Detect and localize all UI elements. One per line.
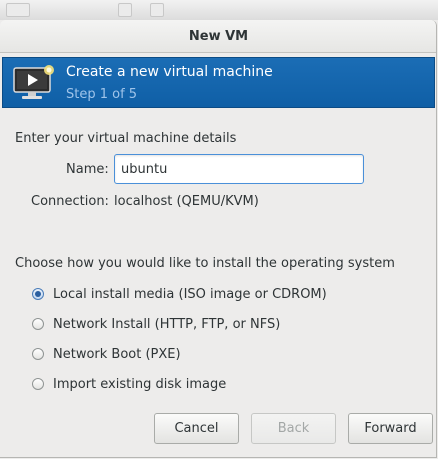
radio-label[interactable]: Network Boot (PXE) — [53, 347, 181, 362]
radio-indicator[interactable] — [32, 378, 44, 390]
radio-label[interactable]: Network Install (HTTP, FTP, or NFS) — [53, 317, 280, 332]
cancel-button[interactable]: Cancel — [154, 413, 239, 444]
background-window-control — [118, 3, 132, 17]
radio-indicator[interactable] — [32, 288, 44, 300]
radio-network-install[interactable]: Network Install (HTTP, FTP, or NFS) — [32, 314, 280, 334]
install-method-heading: Choose how you would like to install the… — [15, 256, 395, 271]
banner-step-indicator: Step 1 of 5 — [66, 87, 138, 102]
connection-label: Connection: — [31, 194, 109, 209]
wizard-banner: Create a new virtual machine Step 1 of 5 — [2, 57, 435, 108]
connection-value: localhost (QEMU/KVM) — [114, 194, 259, 209]
radio-indicator[interactable] — [32, 318, 44, 330]
radio-import-disk-image[interactable]: Import existing disk image — [32, 374, 226, 394]
radio-label[interactable]: Import existing disk image — [53, 377, 226, 392]
background-window-strip — [0, 0, 438, 20]
name-label: Name: — [66, 162, 109, 177]
banner-title: Create a new virtual machine — [66, 64, 273, 80]
back-button[interactable]: Back — [251, 413, 336, 444]
details-heading: Enter your virtual machine details — [15, 131, 237, 146]
radio-local-install-media[interactable]: Local install media (ISO image or CDROM) — [32, 284, 327, 304]
forward-button[interactable]: Forward — [348, 413, 433, 444]
monitor-play-icon — [13, 65, 54, 99]
radio-network-boot[interactable]: Network Boot (PXE) — [32, 344, 181, 364]
new-vm-dialog: New VM Create a new virtual machine Step… — [0, 20, 437, 458]
radio-indicator[interactable] — [32, 348, 44, 360]
background-window-control — [6, 3, 30, 17]
dialog-title[interactable]: New VM — [0, 20, 436, 53]
name-input[interactable] — [114, 154, 364, 184]
background-window-control — [150, 3, 164, 17]
radio-label[interactable]: Local install media (ISO image or CDROM) — [53, 287, 327, 302]
